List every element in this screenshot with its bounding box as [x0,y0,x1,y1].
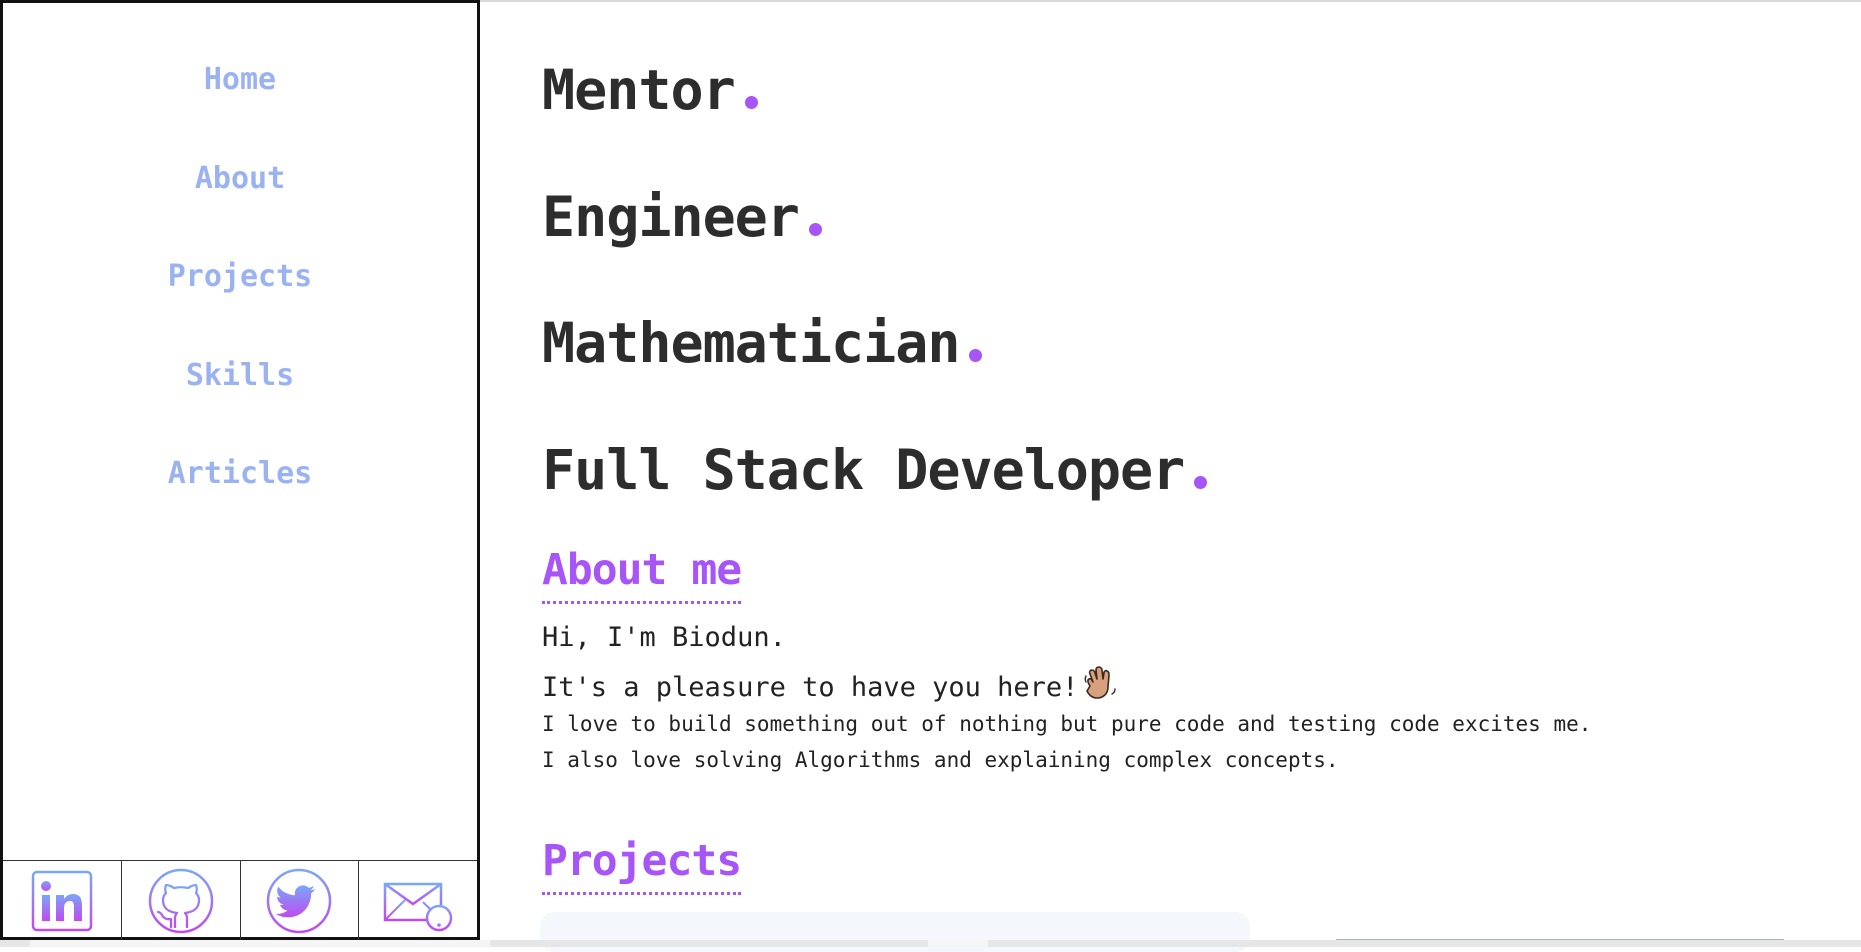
github-link[interactable] [122,861,241,940]
nav-articles-link[interactable]: Articles [168,449,313,548]
accent-dot [744,96,758,109]
scrollbar-segment [928,940,988,947]
github-icon [148,868,213,933]
scrollbar-thumb[interactable] [30,940,490,947]
linkedin-icon [31,870,93,931]
hero-role-4: Full Stack Developer [542,438,1208,502]
main-content: Mentor Engineer Mathematician Full Stack… [542,0,1842,947]
hero-role-2: Engineer [542,185,822,249]
hero-role-text: Mentor [542,58,736,122]
nav-home-link[interactable]: Home [204,55,276,154]
hero-role-text: Mathematician [542,311,960,375]
about-welcome: It's a pleasure to have you here! [542,666,1118,703]
twitter-icon [267,868,332,933]
twitter-link[interactable] [241,861,360,940]
linkedin-link[interactable] [3,861,122,940]
email-link[interactable] [359,861,477,940]
accent-dot [969,349,983,362]
hero-role-3: Mathematician [542,311,983,375]
projects-heading: Projects [542,836,742,895]
about-paragraph-2: I also love solving Algorithms and expla… [542,748,1339,772]
nav-projects-link[interactable]: Projects [168,252,313,351]
sidebar-nav: Home About Projects Skills Articles [3,55,477,548]
horizontal-scrollbar[interactable] [0,940,1861,947]
nav-skills-link[interactable]: Skills [186,351,294,450]
email-icon [383,872,453,931]
social-links [3,860,477,940]
hero-role-1: Mentor [542,58,758,122]
waving-hand-icon [1084,666,1117,699]
sidebar: Home About Projects Skills Articles [0,0,480,940]
accent-dot [1194,476,1208,489]
about-welcome-text: It's a pleasure to have you here! [542,672,1079,703]
about-paragraph-1: I love to build something out of nothing… [542,712,1592,736]
about-greeting: Hi, I'm Biodun. [542,622,786,653]
about-heading: About me [542,545,742,604]
hero-role-text: Engineer [542,185,800,249]
hero-role-text: Full Stack Developer [542,438,1185,502]
accent-dot [808,223,822,236]
nav-about-link[interactable]: About [195,154,285,253]
